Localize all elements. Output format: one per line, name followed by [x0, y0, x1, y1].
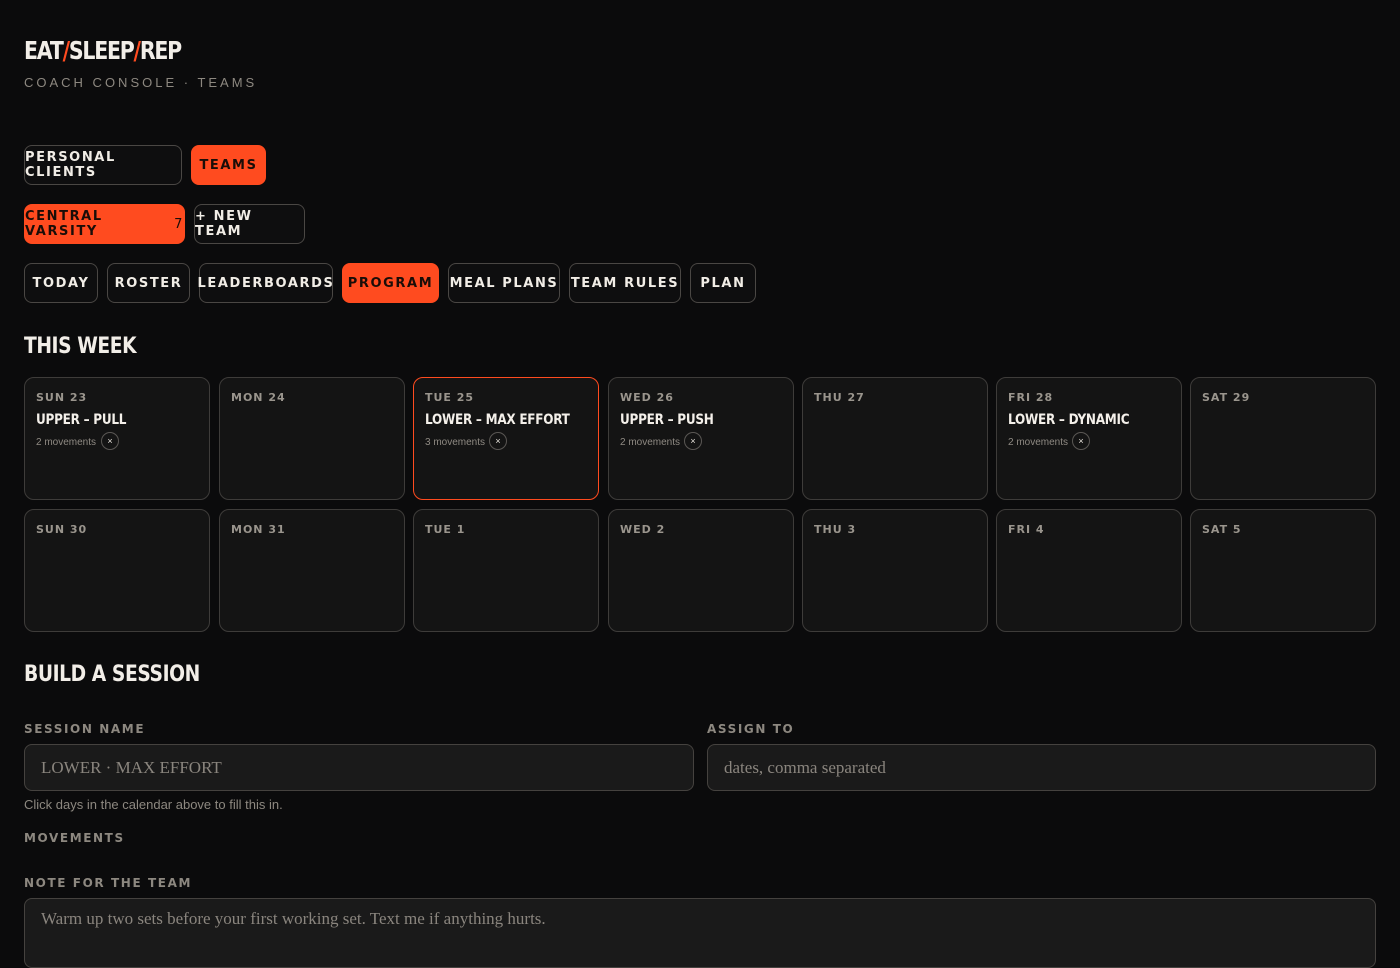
day-label: MON 24 [231, 391, 286, 404]
remove-session-icon[interactable]: × [101, 432, 119, 450]
session-title: UPPER – PUSH [620, 412, 714, 428]
day-label: SUN 30 [36, 523, 88, 536]
tab-today[interactable]: TODAY [24, 263, 98, 303]
session-title: LOWER – MAX EFFORT [425, 412, 570, 428]
day-label: FRI 28 [1008, 391, 1054, 404]
day-label: THU 3 [814, 523, 857, 536]
remove-session-icon[interactable]: × [489, 432, 507, 450]
day-card-thu-27[interactable]: THU 27 [802, 377, 988, 500]
app-logo: EAT/SLEEP/REP [24, 36, 182, 65]
brand-header: EAT/SLEEP/REP COACH CONSOLE · TEAMS [24, 36, 257, 90]
tab-meal-plans[interactable]: MEAL PLANS [448, 263, 560, 303]
assign-hint: Click days in the calendar above to fill… [24, 797, 283, 812]
team-member-count: 7 [174, 216, 184, 232]
day-card-sun-30[interactable]: SUN 30 [24, 509, 210, 632]
new-team-button[interactable]: + NEW TEAM [194, 204, 305, 244]
tab-personal-clients[interactable]: PERSONAL CLIENTS [24, 145, 182, 185]
day-card-mon-31[interactable]: MON 31 [219, 509, 405, 632]
this-week-heading: THIS WEEK [24, 334, 137, 359]
team-note-label: NOTE FOR THE TEAM [24, 876, 193, 890]
app-subtitle: COACH CONSOLE · TEAMS [24, 75, 258, 90]
tab-teams[interactable]: TEAMS [191, 145, 266, 185]
day-card-fri-28[interactable]: FRI 28 LOWER – DYNAMIC 2 movements × [996, 377, 1182, 500]
build-session-heading: BUILD A SESSION [24, 662, 200, 687]
tab-team-rules[interactable]: TEAM RULES [569, 263, 681, 303]
day-card-mon-24[interactable]: MON 24 [219, 377, 405, 500]
tab-program[interactable]: PROGRAM [342, 263, 439, 303]
day-label: SAT 29 [1202, 391, 1251, 404]
day-card-wed-26[interactable]: WED 26 UPPER – PUSH 2 movements × [608, 377, 794, 500]
day-card-fri-4[interactable]: FRI 4 [996, 509, 1182, 632]
day-card-wed-2[interactable]: WED 2 [608, 509, 794, 632]
day-card-sat-29[interactable]: SAT 29 [1190, 377, 1376, 500]
day-label: TUE 25 [425, 391, 475, 404]
team-central-varsity[interactable]: CENTRAL VARSITY 7 [24, 204, 185, 244]
day-card-tue-25[interactable]: TUE 25 LOWER – MAX EFFORT 3 movements × [413, 377, 599, 500]
day-label: SAT 5 [1202, 523, 1242, 536]
day-card-thu-3[interactable]: THU 3 [802, 509, 988, 632]
tab-roster[interactable]: ROSTER [107, 263, 190, 303]
movements-label: MOVEMENTS [24, 831, 125, 845]
tab-plan[interactable]: PLAN [690, 263, 756, 303]
day-card-sun-23[interactable]: SUN 23 UPPER – PULL 2 movements × [24, 377, 210, 500]
movement-count: 3 movements [425, 437, 486, 448]
day-label: WED 2 [620, 523, 666, 536]
day-label: WED 26 [620, 391, 674, 404]
session-title: UPPER – PULL [36, 412, 127, 428]
day-card-sat-5[interactable]: SAT 5 [1190, 509, 1376, 632]
day-label: MON 31 [231, 523, 286, 536]
assign-to-label: ASSIGN TO [707, 722, 795, 736]
session-title: LOWER – DYNAMIC [1008, 412, 1130, 428]
tab-leaderboards[interactable]: LEADERBOARDS [198, 263, 333, 303]
team-note-textarea[interactable] [24, 898, 1376, 968]
movement-count: 2 movements [620, 437, 681, 448]
remove-session-icon[interactable]: × [684, 432, 702, 450]
assign-to-input[interactable] [707, 744, 1376, 791]
day-label: FRI 4 [1008, 523, 1045, 536]
session-name-label: SESSION NAME [24, 722, 146, 736]
day-label: THU 27 [814, 391, 865, 404]
movement-count: 2 movements [1008, 437, 1069, 448]
movement-count: 2 movements [36, 437, 97, 448]
day-card-tue-1[interactable]: TUE 1 [413, 509, 599, 632]
day-label: SUN 23 [36, 391, 88, 404]
remove-session-icon[interactable]: × [1072, 432, 1090, 450]
day-label: TUE 1 [425, 523, 466, 536]
session-name-input[interactable] [24, 744, 694, 791]
